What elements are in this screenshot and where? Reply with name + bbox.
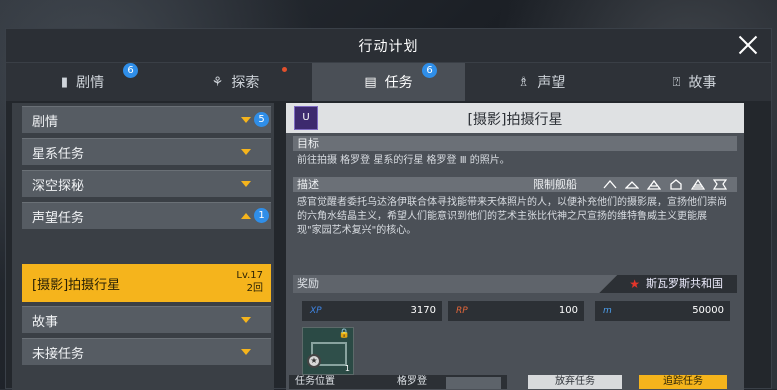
description-header: 描述 限制舰船	[293, 177, 737, 192]
navigate-button[interactable]	[446, 377, 501, 389]
category-reputation[interactable]: 声望任务 1	[22, 202, 271, 229]
question-icon: ⍰	[672, 74, 681, 90]
lock-icon: 🔒	[338, 329, 350, 339]
category-badge: 5	[254, 112, 269, 127]
mission-label: [摄影]拍摄行星	[32, 277, 121, 293]
tab-badge: 6	[123, 63, 138, 78]
selected-mission[interactable]: [摄影]拍摄行星 Lv.17 2回	[22, 264, 271, 302]
chevron-down-icon	[241, 349, 251, 355]
category-label: 剧情	[32, 114, 59, 130]
chevron-down-icon	[241, 117, 251, 123]
track-button[interactable]: 追踪任务	[639, 375, 727, 389]
description-text: 感官觉醒者委托乌达洛伊联合体寻找能带来天体照片的人，以便补充他们的摄影展，宣扬他…	[297, 197, 727, 236]
mission-detail-panel: U [摄影]拍摄行星 目标 前往拍摄 格罗登 星系的行星 格罗登 Ⅲ 的照片。 …	[286, 103, 744, 390]
category-label: 声望任务	[32, 210, 85, 226]
tab-label: 声望	[537, 75, 566, 91]
money-icon: m	[603, 306, 612, 316]
tab-label: 剧情	[76, 75, 105, 91]
faction-name: 斯瓦罗斯共和国	[646, 277, 723, 290]
category-badge: 1	[254, 208, 269, 223]
destroyer-class-icon	[625, 181, 639, 189]
chevron-down-icon	[241, 317, 251, 323]
category-galaxy[interactable]: 星系任务	[22, 138, 271, 165]
reputation-icon: ♗	[517, 74, 530, 90]
category-label: 星系任务	[32, 146, 85, 162]
reward-item-crate[interactable]: ★ 🔒 1	[302, 327, 354, 375]
battlecruiser-class-icon	[670, 179, 682, 190]
chevron-down-icon	[241, 181, 251, 187]
tab-reputation[interactable]: ♗ 声望	[465, 63, 618, 101]
frigate-class-icon	[603, 180, 617, 189]
chevron-down-icon	[241, 149, 251, 155]
rp-value: 100	[558, 305, 578, 316]
xp-icon: XP	[310, 306, 322, 316]
xp-value: 3170	[410, 305, 436, 316]
category-tales[interactable]: 故事	[22, 306, 271, 333]
notification-dot	[282, 67, 287, 72]
window-title: 行动计划	[358, 39, 419, 55]
tab-missions[interactable]: ▤ 任务 6	[312, 63, 465, 101]
goal-text: 前往拍摄 格罗登 星系的行星 格罗登 Ⅲ 的照片。	[297, 155, 510, 166]
tab-story[interactable]: ▮ 剧情 6	[6, 63, 159, 101]
star-icon: ★	[629, 277, 640, 291]
category-label: 深空探秘	[32, 178, 85, 194]
faction-tag: ★ 斯瓦罗斯共和国	[599, 275, 737, 293]
mission-header: U [摄影]拍摄行星	[286, 103, 744, 133]
tab-label: 任务	[384, 75, 413, 91]
abandon-button[interactable]: 放弃任务	[528, 375, 622, 389]
mission-level: Lv.17	[236, 270, 263, 281]
star-badge-icon: ★	[307, 354, 321, 368]
tab-bar: ▮ 剧情 6 ⚘ 探索 ▤ 任务 6 ♗ 声望 ⍰ 故事	[6, 63, 771, 101]
tab-badge: 6	[422, 63, 437, 78]
reward-label: 奖励	[297, 277, 319, 290]
money-value: 50000	[692, 305, 724, 316]
action-plan-window: 行动计划 ▮ 剧情 6 ⚘ 探索 ▤ 任务 6 ♗ 声望 ⍰ 故事 剧情 5 星…	[5, 28, 772, 390]
reward-header: 奖励 ★ 斯瓦罗斯共和国	[293, 275, 737, 293]
tab-tales[interactable]: ⍰ 故事	[618, 63, 771, 101]
tab-label: 故事	[688, 75, 717, 91]
item-count: 1	[344, 364, 350, 373]
cruiser-class-icon	[647, 179, 661, 190]
ship-limit-row: 限制舰船	[533, 177, 727, 192]
chevron-up-icon	[241, 213, 251, 219]
carrier-class-icon	[691, 179, 705, 190]
location-value: 格罗登	[397, 376, 427, 387]
mission-location: 任务位置 格罗登	[289, 375, 507, 389]
reward-money: m 50000	[595, 301, 730, 321]
mission-category-list: 剧情 5 星系任务 深空探秘 声望任务 1 [摄影]拍摄行星 Lv.17 2回 …	[12, 103, 274, 390]
location-label: 任务位置	[295, 376, 335, 387]
category-deep-space[interactable]: 深空探秘	[22, 170, 271, 197]
close-icon[interactable]	[735, 32, 761, 58]
title-bar: 行动计划	[6, 29, 771, 63]
mission-title: [摄影]拍摄行星	[467, 112, 563, 128]
ship-limit-label: 限制舰船	[533, 178, 577, 191]
reward-rp: RP 100	[448, 301, 584, 321]
mission-count: 2回	[246, 283, 263, 294]
category-label: 未接任务	[32, 346, 85, 362]
book-icon: ▮	[60, 74, 69, 90]
clipboard-icon: ▤	[364, 74, 377, 90]
description-label: 描述	[297, 178, 319, 191]
tab-explore[interactable]: ⚘ 探索	[159, 63, 312, 101]
category-label: 故事	[32, 314, 59, 330]
explore-icon: ⚘	[211, 74, 224, 90]
auxiliary-class-icon	[713, 179, 727, 190]
goal-header: 目标	[293, 136, 737, 151]
mission-level-info: Lv.17 2回	[236, 269, 263, 295]
category-main-story[interactable]: 剧情 5	[22, 106, 271, 133]
tab-label: 探索	[231, 75, 260, 91]
reward-xp: XP 3170	[302, 301, 442, 321]
category-unaccepted[interactable]: 未接任务	[22, 338, 271, 365]
rp-icon: RP	[456, 306, 468, 316]
